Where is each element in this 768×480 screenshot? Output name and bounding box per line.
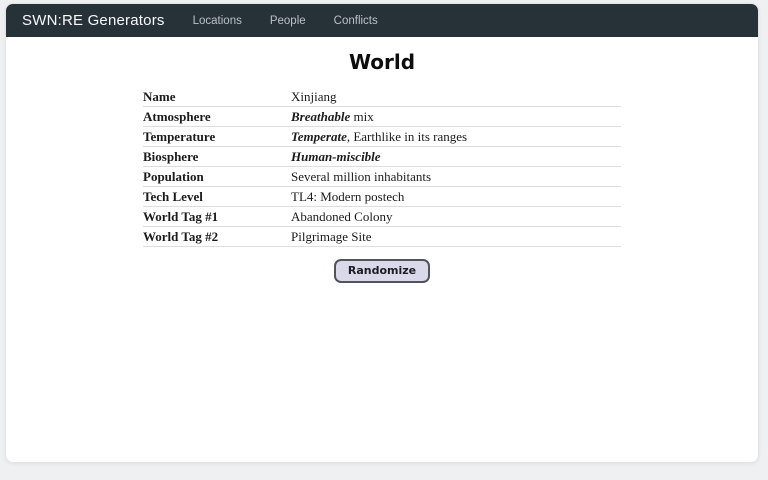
table-row: Biosphere Human-miscible (143, 146, 621, 167)
app-window: SWN:RE Generators Locations People Confl… (5, 3, 759, 463)
row-value-text: Pilgrimage Site (291, 229, 372, 244)
row-value-text: mix (350, 109, 374, 124)
row-value-emphasis: Breathable (291, 109, 351, 124)
row-label: Biosphere (143, 146, 291, 167)
table-row: Tech Level TL4: Modern postech (143, 186, 621, 207)
row-value: Several million inhabitants (291, 166, 621, 187)
table-row: Population Several million inhabitants (143, 166, 621, 187)
brand-title[interactable]: SWN:RE Generators (22, 12, 165, 29)
nav-item-locations[interactable]: Locations (179, 6, 256, 36)
row-label: Population (143, 166, 291, 187)
row-label: Atmosphere (143, 106, 291, 127)
table-row: Atmosphere Breathable mix (143, 106, 621, 127)
row-value-emphasis: Human-miscible (291, 149, 381, 164)
row-value: Xinjiang (291, 87, 621, 107)
table-row: World Tag #1 Abandoned Colony (143, 206, 621, 227)
row-label: Tech Level (143, 186, 291, 207)
row-value-text: Abandoned Colony (291, 209, 393, 224)
row-value-text: Several million inhabitants (291, 169, 432, 184)
page-title: World (348, 50, 416, 74)
row-value: Abandoned Colony (291, 206, 621, 227)
top-navbar: SWN:RE Generators Locations People Confl… (6, 4, 758, 37)
row-label: Temperature (143, 126, 291, 147)
row-label: World Tag #2 (143, 226, 291, 247)
nav-item-people[interactable]: People (256, 6, 320, 36)
row-value-text: TL4: Modern postech (291, 189, 405, 204)
world-attributes-table: Name Xinjiang Atmosphere Breathable mix … (143, 87, 621, 247)
row-value: Pilgrimage Site (291, 226, 621, 247)
row-value: Human-miscible (291, 146, 621, 167)
button-row: Randomize (6, 259, 758, 283)
row-value-emphasis: Temperate (291, 129, 347, 144)
row-value-text: Xinjiang (291, 89, 337, 104)
row-label: Name (143, 87, 291, 107)
table-row: World Tag #2 Pilgrimage Site (143, 226, 621, 247)
table-row: Temperature Temperate, Earthlike in its … (143, 126, 621, 147)
nav-item-conflicts[interactable]: Conflicts (320, 6, 392, 36)
table-row: Name Xinjiang (143, 87, 621, 107)
main-content: World Name Xinjiang Atmosphere Breathabl… (6, 37, 758, 283)
row-value-text: , Earthlike in its ranges (346, 129, 468, 144)
randomize-button[interactable]: Randomize (333, 259, 431, 283)
row-label: World Tag #1 (143, 206, 291, 227)
row-value: Breathable mix (291, 106, 621, 127)
row-value: TL4: Modern postech (291, 186, 621, 207)
row-value: Temperate, Earthlike in its ranges (291, 126, 621, 147)
